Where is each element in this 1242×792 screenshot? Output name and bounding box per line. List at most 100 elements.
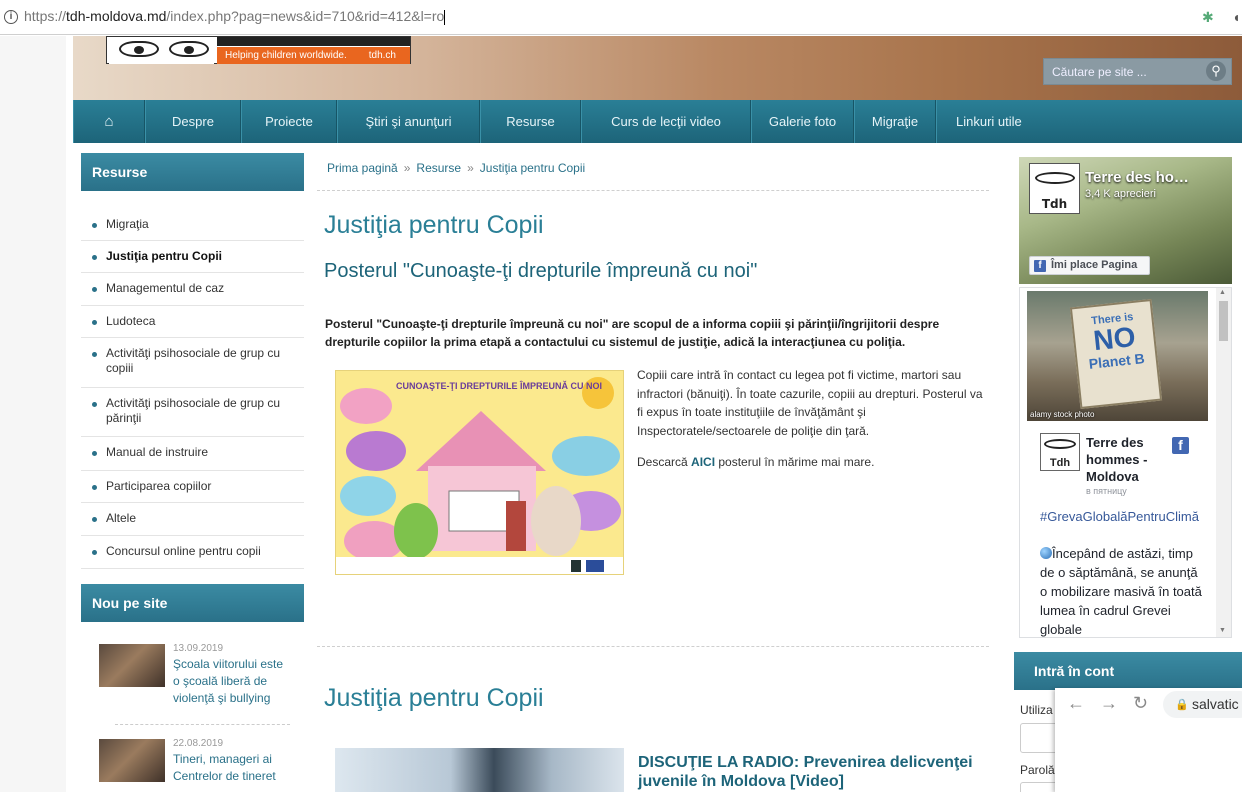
home-icon: ⌂ <box>104 113 114 130</box>
sidebar-item-justitia[interactable]: Justiţia pentru Copii <box>81 241 304 273</box>
logo-tagline-strip: Helping children worldwide. tdh.ch <box>217 47 410 64</box>
sidebar-item-activitati-copii[interactable]: Activităţi psihosociale de grup cu copii… <box>81 338 304 388</box>
sidebar-item-altele[interactable]: Altele <box>81 503 304 536</box>
facebook-page-name[interactable]: Terre des ho… <box>1085 169 1230 186</box>
logo-eye-left <box>119 41 159 57</box>
facebook-icon[interactable]: f <box>1172 437 1189 454</box>
post-body: Începând de astăzi, timp de o săptămână,… <box>1040 546 1202 637</box>
radio-video-thumbnail[interactable] <box>335 748 624 792</box>
like-page-button[interactable]: f Îmi place Pagina <box>1029 256 1150 275</box>
logo-text: Tdh <box>1041 197 1068 211</box>
news-divider <box>115 724 290 725</box>
url-path: /index.php?pag=news&id=710&rid=412&l=ro <box>166 8 445 24</box>
password-label: Parolă <box>1020 763 1055 777</box>
scroll-up-icon[interactable]: ▲ <box>1219 289 1226 296</box>
protest-sign: There is NO Planet B <box>1069 298 1163 410</box>
news-date: 22.08.2019 <box>173 738 224 749</box>
logo-site: tdh.ch <box>368 50 396 61</box>
site-search: ⚲ <box>1043 58 1232 85</box>
divider <box>317 190 989 191</box>
post-photo[interactable]: There is NO Planet B alamy stock photo <box>1027 291 1208 421</box>
radio-article-link[interactable]: DISCUŢIE LA RADIO: Prevenirea delicvenţe… <box>638 753 978 791</box>
nav-item-resurse[interactable]: Resurse <box>480 100 581 143</box>
logo-tagline: Helping children worldwide. <box>225 50 347 61</box>
sidebar-item-concurs[interactable]: Concursul online pentru copii <box>81 536 304 569</box>
logo-text: Tdh <box>1049 457 1071 469</box>
nav-item-curs-video[interactable]: Curs de lecţii video <box>581 100 751 143</box>
address-field[interactable]: https://tdh-moldova.md/index.php?pag=new… <box>24 8 446 25</box>
download-link[interactable]: AICI <box>691 455 715 469</box>
breadcrumb-resurse[interactable]: Resurse <box>416 161 461 175</box>
globe-icon <box>1040 547 1052 559</box>
sidebar-item-ludoteca[interactable]: Ludoteca <box>81 306 304 338</box>
post-hashtag[interactable]: #GrevaGlobalăPentruClimă <box>1040 508 1200 526</box>
feed-scrollbar[interactable]: ▲ ▼ <box>1216 288 1231 637</box>
reload-icon[interactable]: ↻ <box>1133 693 1148 714</box>
nav-item-migratie[interactable]: Migraţie <box>854 100 936 143</box>
news-title-link[interactable]: Şcoala viitorului este o şcoală liberă d… <box>173 656 285 707</box>
nav-item-stiri[interactable]: Ştiri şi anunţuri <box>337 100 480 143</box>
forward-icon[interactable]: → <box>1100 693 1118 714</box>
back-icon[interactable]: ← <box>1067 693 1085 714</box>
url-domain: tdh-moldova.md <box>66 8 167 24</box>
search-icon[interactable]: ⚲ <box>1206 61 1226 81</box>
facebook-feed[interactable]: There is NO Planet B alamy stock photo T… <box>1019 287 1232 638</box>
nav-item-linkuri[interactable]: Linkuri utile <box>936 100 1039 143</box>
breadcrumb-current[interactable]: Justiţia pentru Copii <box>480 161 585 175</box>
search-input[interactable] <box>1044 59 1199 84</box>
logo-eyes <box>109 37 214 64</box>
post-author-name[interactable]: Terre des hommes - Moldova <box>1086 434 1166 485</box>
post-text: Începând de astăzi, timp de o săptămână,… <box>1040 544 1205 637</box>
article-lead: Posterul "Cunoaşte-ţi drepturile împreun… <box>325 317 940 349</box>
logo-top-bar <box>217 37 410 46</box>
main-nav: ⌂ Despre Proiecte Ştiri şi anunţuri Resu… <box>73 100 1242 143</box>
photo-credit: alamy stock photo <box>1030 410 1095 419</box>
facebook-icon: f <box>1034 260 1046 272</box>
popup-url-domain: salvatic <box>1192 696 1239 712</box>
nav-home[interactable]: ⌂ <box>73 100 145 143</box>
login-title: Intră în cont <box>1014 652 1242 690</box>
news-title-link[interactable]: Tineri, manageri ai Centrelor de tineret <box>173 751 285 785</box>
nav-item-galerie[interactable]: Galerie foto <box>751 100 854 143</box>
nav-item-despre[interactable]: Despre <box>145 100 241 143</box>
url-scheme: https:// <box>24 8 67 24</box>
browser-url-bar[interactable]: i https://tdh-moldova.md/index.php?pag=n… <box>0 0 1242 35</box>
menu-icon[interactable]: ◖ <box>1232 9 1240 25</box>
breadcrumb-separator: » <box>467 161 474 175</box>
tdh-logo[interactable]: Helping children worldwide. tdh.ch <box>106 36 411 64</box>
news-item[interactable]: 22.08.2019 Tineri, manageri ai Centrelor… <box>99 738 285 792</box>
sidebar-item-migratia[interactable]: Migraţia <box>81 209 304 241</box>
news-thumbnail[interactable] <box>99 644 165 687</box>
tdh-page-logo: Tdh <box>1029 163 1080 214</box>
sidebar-item-management[interactable]: Managementul de caz <box>81 273 304 306</box>
poster-illustration: CUNOAŞTE-ŢI DREPTURILE ÎMPREUNĂ CU NOI <box>336 371 623 574</box>
download-line: Descarcă AICI posterul în mărime mai mar… <box>637 455 874 469</box>
post-author-avatar[interactable]: Tdh <box>1040 433 1080 471</box>
page-title: Justiţia pentru Copii <box>324 211 544 239</box>
news-thumbnail[interactable] <box>99 739 165 782</box>
page-left-gutter <box>0 36 66 792</box>
poster-title: CUNOAŞTE-ŢI DREPTURILE ÎMPREUNĂ CU NOI <box>396 380 602 391</box>
username-label: Utiliza <box>1020 703 1053 717</box>
article-title: Posterul "Cunoaşte-ţi drepturile împreun… <box>324 260 758 282</box>
news-item[interactable]: 13.09.2019 Şcoala viitorului este o şcoa… <box>99 643 285 713</box>
sidebar-item-participarea[interactable]: Participarea copiilor <box>81 471 304 503</box>
facebook-page-header[interactable]: Tdh Terre des ho… 3,4 K aprecieri f Îmi p… <box>1019 157 1232 284</box>
poster-image[interactable]: CUNOAŞTE-ŢI DREPTURILE ÎMPREUNĂ CU NOI <box>335 370 624 575</box>
info-icon[interactable]: i <box>4 10 18 24</box>
breadcrumb-home[interactable]: Prima pagină <box>327 161 398 175</box>
post-time: в пятницу <box>1086 486 1127 496</box>
nav-item-proiecte[interactable]: Proiecte <box>241 100 337 143</box>
popup-toolbar: ← → ↻ 🔒 salvatic <box>1055 688 1242 722</box>
sidebar-item-activitati-parinti[interactable]: Activităţi psihosociale de grup cu părin… <box>81 388 304 437</box>
new-on-site-title: Nou pe site <box>81 584 304 622</box>
scroll-thumb[interactable] <box>1219 301 1228 341</box>
download-prefix: Descarcă <box>637 455 688 469</box>
sidebar-item-manual[interactable]: Manual de instruire <box>81 437 304 471</box>
scroll-down-icon[interactable]: ▼ <box>1219 627 1226 634</box>
browser-popup-window[interactable]: ← → ↻ 🔒 salvatic <box>1055 688 1242 792</box>
sidebar-title: Resurse <box>81 153 304 191</box>
download-suffix: posterul în mărime mai mare. <box>718 455 875 469</box>
extension-icon[interactable]: ✱ <box>1202 9 1214 26</box>
divider <box>317 646 989 647</box>
